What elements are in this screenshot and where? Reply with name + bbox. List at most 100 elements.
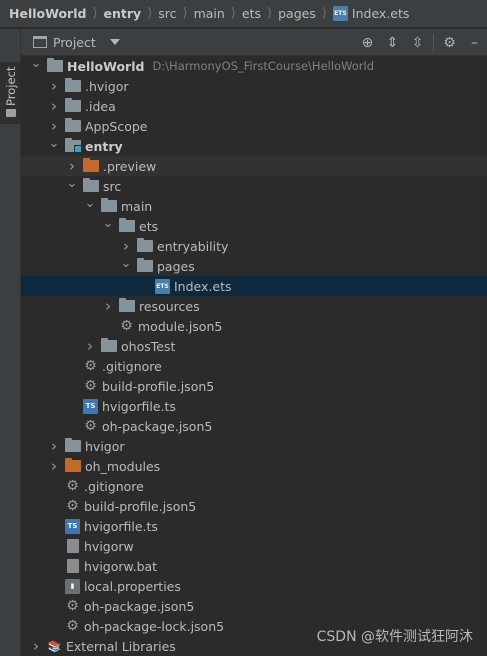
chevron-right-icon[interactable]: › [119, 237, 133, 255]
collapse-all-icon[interactable]: ⇳ [405, 29, 430, 56]
chevron-down-icon[interactable]: ⌄ [47, 136, 61, 151]
toolbar-divider [433, 34, 434, 51]
tree-node-label: HelloWorld [67, 58, 145, 74]
breadcrumb-label: Index.ets [351, 6, 410, 21]
tree-node[interactable]: ⌄ main [21, 196, 487, 216]
tree-node[interactable]: ›⚙build-profile.json5 [21, 376, 487, 396]
tree-node[interactable]: ›⚙build-profile.json5 [21, 496, 487, 516]
module-folder-icon [65, 138, 82, 153]
folder-icon [137, 238, 153, 252]
tree-node[interactable]: ›▮local.properties [21, 576, 487, 596]
tree-node[interactable]: ›⚙.gitignore [21, 476, 487, 496]
tree-node-label: hvigorw.bat [84, 558, 158, 574]
breadcrumb-item[interactable]: ETS Index.ets [332, 6, 410, 21]
folder-icon [101, 198, 117, 212]
minimize-icon[interactable]: – [462, 29, 487, 56]
breadcrumb-item[interactable]: ets [242, 6, 261, 21]
tree-node-label: module.json5 [138, 318, 223, 334]
tree-node[interactable]: › resources [21, 296, 487, 316]
tree-node-label: entryability [157, 238, 229, 254]
folder-icon [65, 78, 81, 92]
project-tool-icon[interactable] [6, 109, 16, 117]
chevron-right-icon[interactable]: › [101, 297, 115, 315]
tree-node[interactable]: ›⚙module.json5 [21, 316, 487, 336]
tree-node-label: Index.ets [174, 278, 232, 294]
chevron-down-icon[interactable]: ⌄ [101, 216, 115, 231]
project-view-icon [33, 36, 47, 48]
chevron-down-icon[interactable]: ⌄ [83, 196, 97, 211]
folder-icon [119, 298, 135, 312]
chevron-right-icon[interactable]: › [83, 337, 97, 355]
target-icon[interactable]: ⊕ [355, 29, 380, 56]
chevron-right-icon[interactable]: › [29, 637, 43, 655]
tree-node[interactable]: › hvigor [21, 436, 487, 456]
breadcrumb-item[interactable]: src [158, 6, 176, 21]
chevron-right-icon[interactable]: › [65, 157, 79, 175]
chevron-right-icon[interactable]: › [47, 97, 61, 115]
tree-node[interactable]: › AppScope [21, 116, 487, 136]
breadcrumb-label: HelloWorld [9, 6, 87, 21]
chevron-down-icon[interactable]: ⌄ [65, 176, 79, 191]
tree-node-label: src [103, 178, 122, 194]
chevron-down-icon[interactable]: ⌄ [29, 56, 43, 71]
breadcrumb-item[interactable]: main [194, 6, 225, 21]
breadcrumb-label: entry [103, 6, 142, 21]
project-panel-title: Project [53, 34, 96, 50]
tree-node-label: build-profile.json5 [102, 378, 215, 394]
folder-icon [101, 338, 117, 352]
tree-node[interactable]: ⌄ pages [21, 256, 487, 276]
folder-icon [65, 118, 81, 132]
breadcrumb-separator: ⟩ [182, 6, 188, 21]
tree-node-label: entry [85, 138, 123, 154]
tree-node[interactable]: ›⚙.gitignore [21, 356, 487, 376]
chevron-right-icon[interactable]: › [47, 77, 61, 95]
tree-node[interactable]: ⌄ ets [21, 216, 487, 236]
breadcrumb-item[interactable]: entry [104, 6, 142, 21]
tree-node[interactable]: ›⚙oh-package.json5 [21, 596, 487, 616]
tree-node[interactable]: ⌄ entry [21, 136, 487, 156]
tree-node[interactable]: › oh_modules [21, 456, 487, 476]
tree-node[interactable]: ›hvigorw.bat [21, 556, 487, 576]
tree-node[interactable]: ›hvigorw [21, 536, 487, 556]
tree-node[interactable]: › entryability [21, 236, 487, 256]
tree-node-label: local.properties [84, 578, 181, 594]
config-file-icon: ⚙ [120, 318, 133, 334]
chevron-down-icon[interactable]: ⌄ [119, 256, 133, 271]
breadcrumb-separator: ⟩ [321, 6, 327, 21]
folder-icon [65, 438, 81, 452]
project-tool-tab-label[interactable]: Project [4, 66, 18, 106]
tree-node[interactable]: ›ETSIndex.ets [21, 276, 487, 296]
gear-icon[interactable]: ⚙ [437, 29, 462, 56]
tree-node[interactable]: ›TShvigorfile.ts [21, 516, 487, 536]
breadcrumb-item[interactable]: pages [278, 6, 316, 21]
folder-icon [65, 98, 81, 112]
breadcrumb: HelloWorld ⟩ entry ⟩ src ⟩ main ⟩ ets ⟩ pages ⟩ ETS I… [0, 0, 487, 28]
left-tool-stripe: Project [0, 29, 21, 656]
tree-node[interactable]: ›⚙oh-package.json5 [21, 416, 487, 436]
expand-all-icon[interactable]: ⇕ [380, 29, 405, 56]
breadcrumb-item[interactable]: HelloWorld [9, 6, 86, 21]
tree-node[interactable]: › ohosTest [21, 336, 487, 356]
tree-node-label: ets [139, 218, 159, 234]
chevron-right-icon[interactable]: › [47, 117, 61, 135]
tree-node[interactable]: › .hvigor [21, 76, 487, 96]
tree-node-label: oh-package.json5 [84, 598, 195, 614]
ets-file-icon: ETS [332, 6, 348, 21]
breadcrumb-separator: ⟩ [267, 6, 273, 21]
chevron-right-icon[interactable]: › [47, 437, 61, 455]
project-path: D:\HarmonyOS_FirstCourse\HelloWorld [152, 59, 375, 73]
chevron-right-icon[interactable]: › [47, 457, 61, 475]
tree-node[interactable]: › .idea [21, 96, 487, 116]
project-tree[interactable]: ⌄ HelloWorld D:\HarmonyOS_FirstCourse\Hell… [21, 56, 487, 656]
tree-node-label: .gitignore [84, 478, 144, 494]
watermark: CSDN @软件测试狂阿沐 [316, 629, 473, 645]
file-icon [67, 559, 79, 573]
tree-node-label: main [121, 198, 153, 214]
project-view-selector[interactable]: Project [21, 35, 120, 50]
tree-node[interactable]: › .preview [21, 156, 487, 176]
chevron-down-icon[interactable] [109, 39, 120, 45]
tree-node[interactable]: ⌄ src [21, 176, 487, 196]
folder-icon [83, 178, 99, 192]
tree-node[interactable]: ›TShvigorfile.ts [21, 396, 487, 416]
tree-node[interactable]: ⌄ HelloWorld D:\HarmonyOS_FirstCourse\Hell… [21, 56, 487, 76]
